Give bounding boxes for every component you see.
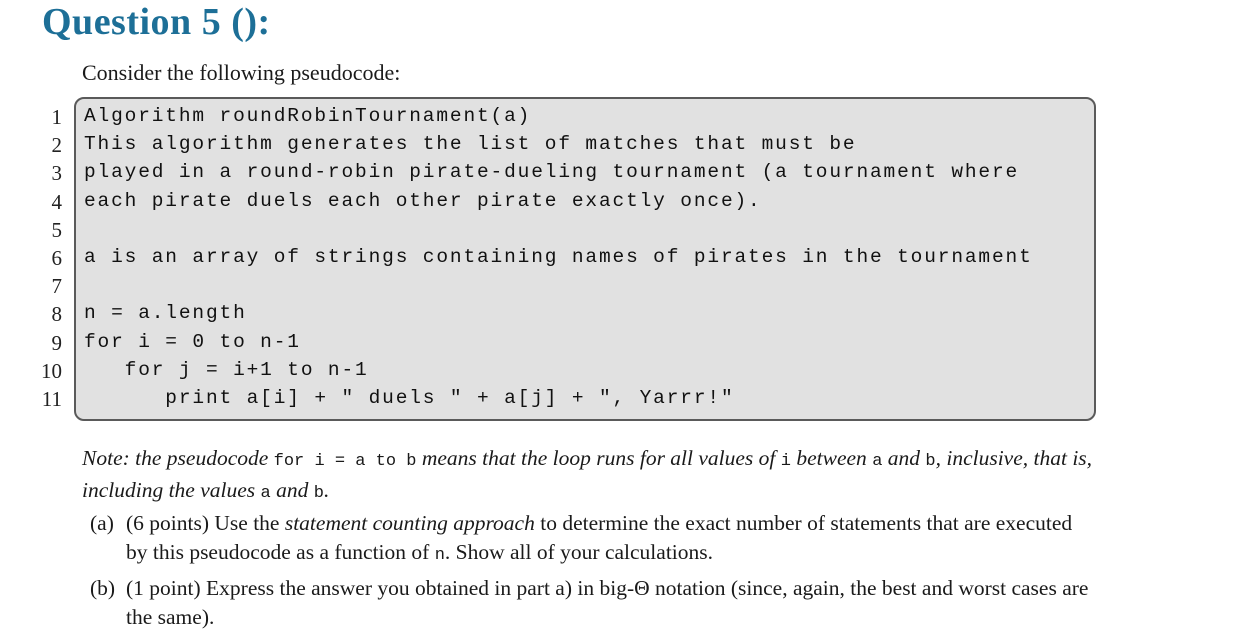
code-text: played in a round-robin pirate-dueling t… <box>84 161 1020 184</box>
part-b-text-1: Express the answer you obtained in part … <box>126 576 1089 629</box>
code-text: print a[i] + " duels " + a[j] + ", Yarrr… <box>84 387 735 409</box>
part-a-text: (6 points) Use the statement counting ap… <box>126 509 1096 570</box>
part-a-text-1: Use the <box>209 511 285 535</box>
part-b-points: (1 point) <box>126 576 201 600</box>
code-text: for j = i+1 to n-1 <box>84 358 369 381</box>
part-b-text: (1 point) Express the answer you obtaine… <box>126 574 1096 632</box>
part-a-text-3: . Show all of your calculations. <box>444 540 714 564</box>
line-number: 2 <box>51 133 63 158</box>
code-line: 9 for i = 0 to n-1 <box>52 330 1176 359</box>
line-number: 8 <box>51 302 63 327</box>
note-text: and <box>882 446 926 470</box>
code-line: 2 This algorithm generates the list of ma… <box>52 133 1176 161</box>
code-text: This algorithm generates the list of mat… <box>84 133 857 156</box>
note-code: a <box>872 452 883 471</box>
part-a-emphasis: statement counting approach <box>284 511 535 535</box>
code-line: 4 each pirate duels each other pirate exa… <box>52 189 1176 218</box>
note-text: . <box>323 478 330 502</box>
part-a-label: (a) <box>90 511 114 535</box>
note-text: means that the loop runs for all values … <box>416 446 781 470</box>
line-number: 3 <box>51 161 63 186</box>
line-number: 10 <box>41 358 62 383</box>
part-a-code: n <box>434 546 445 565</box>
code-text: each pirate duels each other pirate exac… <box>84 189 762 212</box>
part-b-label: (b) <box>90 576 116 600</box>
intro-text: Consider the following pseudocode: <box>82 60 401 85</box>
code-text: a is an array of strings containing name… <box>84 246 1033 268</box>
pseudocode-box: 1 Algorithm roundRobinTournament(a) 2 This … <box>41 97 1096 421</box>
note-paragraph: Note: the pseudocode for i = a to b mean… <box>82 444 1102 508</box>
code-line: 6 a is an array of strings containing nam… <box>52 246 1176 274</box>
note-text: and <box>270 478 314 502</box>
code-text: n = a.length <box>84 302 247 325</box>
note-text: Note: the pseudocode <box>82 446 274 470</box>
question-title: Question 5 (): <box>42 1 271 43</box>
note-code: b <box>925 452 936 471</box>
code-text: for i = 0 to n-1 <box>84 330 301 353</box>
code-line: 5 <box>52 218 1176 246</box>
line-number: 6 <box>51 246 63 270</box>
note-code: b <box>313 484 324 503</box>
line-number: 5 <box>51 217 63 242</box>
code-line: 3 played in a round-robin pirate-dueling … <box>52 161 1176 189</box>
line-number: 7 <box>51 274 63 299</box>
code-text: Algorithm roundRobinTournament(a) <box>84 105 532 127</box>
line-number: 9 <box>51 330 63 355</box>
note-code: for i = a to b <box>273 452 417 471</box>
note-text: between <box>790 446 873 470</box>
line-number: 1 <box>51 105 63 129</box>
code-line: 1 Algorithm roundRobinTournament(a) <box>52 105 1176 133</box>
note-code: i <box>780 452 791 471</box>
note-code: a <box>260 484 271 503</box>
line-number: 11 <box>41 387 62 411</box>
code-line: 10 for j = i+1 to n-1 <box>41 358 1176 387</box>
code-line: 8 n = a.length <box>52 302 1176 330</box>
code-line: 11 print a[i] + " duels " + a[j] + ", Ya… <box>42 387 1176 415</box>
code-line: 7 <box>52 274 1176 302</box>
line-number: 4 <box>51 189 63 214</box>
part-a-points: (6 points) <box>126 511 210 535</box>
